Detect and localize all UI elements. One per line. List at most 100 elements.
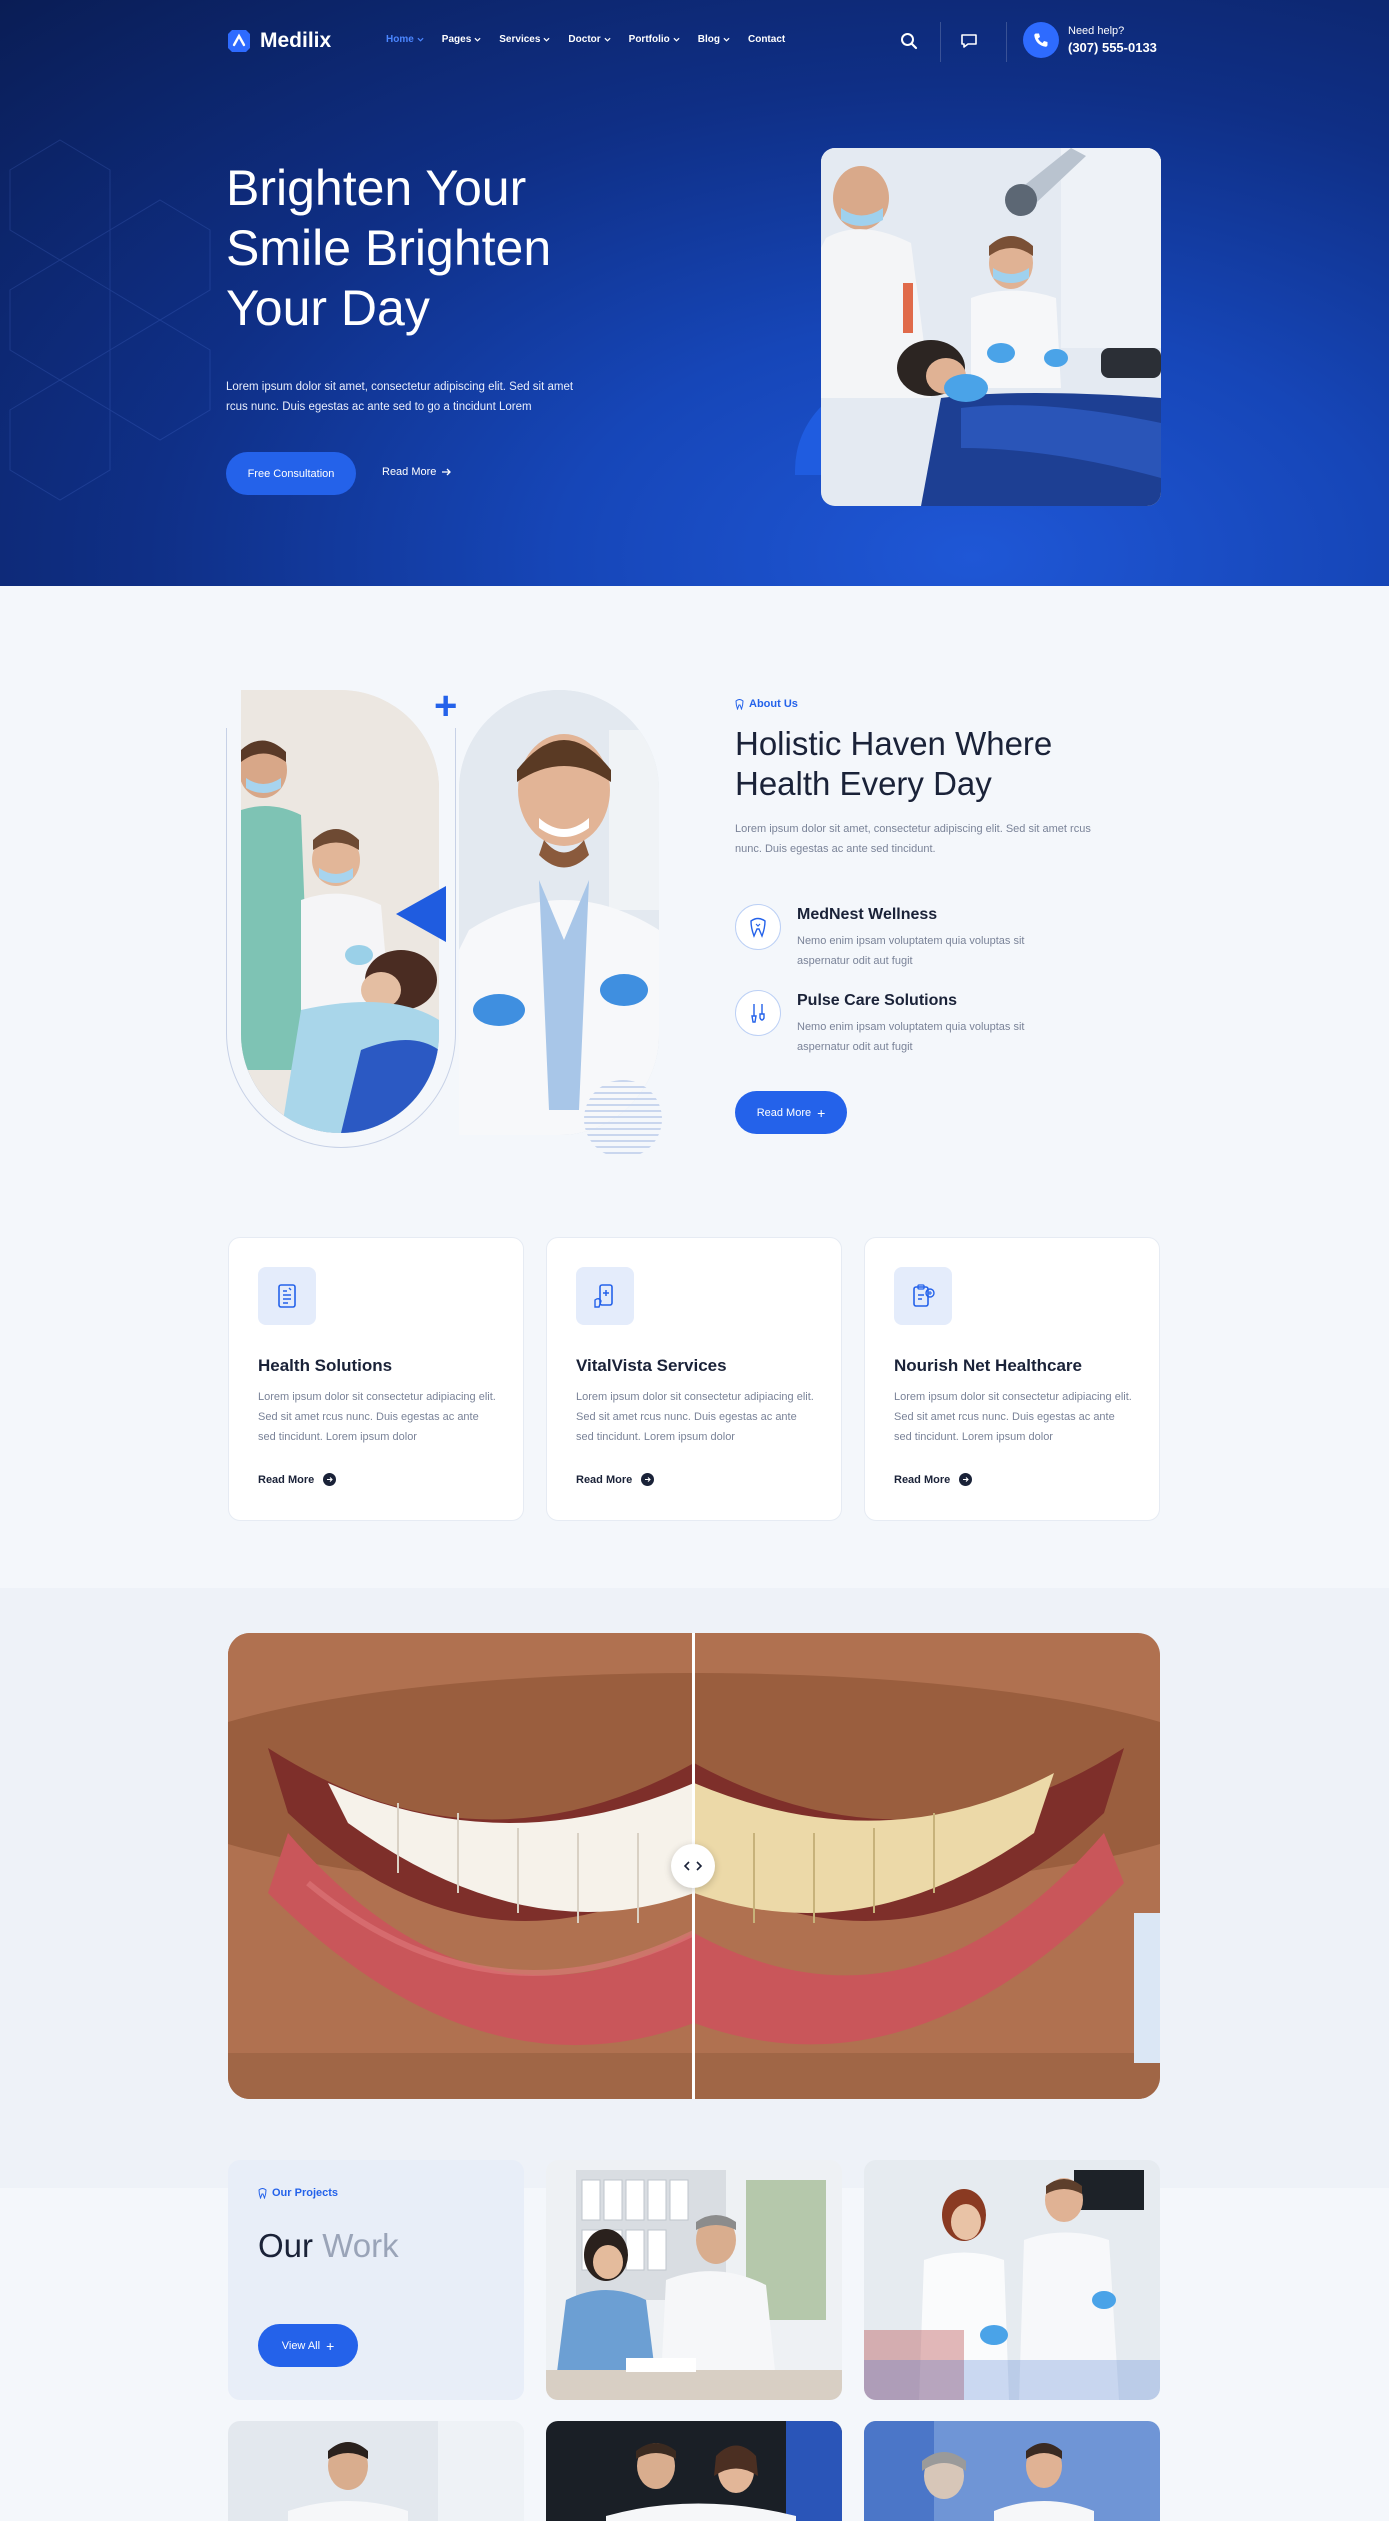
service-read-more-link[interactable]: Read More (894, 1473, 973, 1486)
service-card[interactable]: VitalVista Services Lorem ipsum dolor si… (546, 1237, 842, 1521)
eyebrow-label: Our Projects (272, 2187, 339, 2199)
title-light: Work (322, 2227, 399, 2264)
button-label: View All (281, 2339, 321, 2352)
triangle-decoration (396, 886, 446, 942)
chevron-down-icon (474, 37, 481, 42)
nav-label: Services (499, 34, 541, 45)
search-button[interactable] (896, 28, 922, 54)
left-right-arrows-icon[interactable] (671, 1844, 715, 1888)
doctor-illustration (459, 690, 659, 1135)
stripes-decoration (584, 1080, 662, 1158)
before-after-slider[interactable] (228, 1633, 1160, 2099)
service-description: Lorem ipsum dolor sit consectetur adipia… (258, 1391, 496, 1443)
view-all-button[interactable]: View All + (258, 2324, 358, 2367)
link-label: Read More (894, 1473, 951, 1486)
service-card[interactable]: Health Solutions Lorem ipsum dolor sit c… (228, 1237, 524, 1521)
nav-label: Pages (441, 34, 472, 45)
dental-procedure-illustration (821, 148, 1161, 506)
title-dark: Our (258, 2227, 314, 2264)
plus-icon: + (326, 2337, 335, 2354)
smiling-doctor-photo (459, 690, 659, 1135)
service-title: VitalVista Services (576, 1356, 727, 1375)
main-menu: Home Pages Services Doctor Portfolio Blo… (386, 34, 785, 45)
project-tile[interactable] (864, 2160, 1160, 2400)
link-label: Read More (258, 1473, 315, 1486)
free-consultation-button[interactable]: Free Consultation (226, 452, 356, 495)
feature-description: Nemo enim ipsam voluptatem quia voluptas… (797, 935, 1025, 967)
service-description: Lorem ipsum dolor sit consectetur adipia… (576, 1391, 814, 1443)
project-tile[interactable] (228, 2421, 524, 2521)
feature-description: Nemo enim ipsam voluptatem quia voluptas… (797, 1021, 1025, 1053)
chevron-down-icon (417, 37, 424, 42)
doctor-consultation-photo (546, 2160, 842, 2400)
project-tile[interactable] (546, 2160, 842, 2400)
chat-icon (961, 34, 977, 48)
arrow-right-icon (641, 1473, 655, 1486)
about-description: Lorem ipsum dolor sit amet, consectetur … (735, 823, 1091, 855)
nav-divider (1006, 22, 1007, 62)
about-read-more-button[interactable]: Read More + (735, 1091, 847, 1134)
about-title: Holistic Haven Where Health Every Day (735, 725, 1053, 802)
about-eyebrow: About Us (735, 698, 798, 710)
arrow-right-icon (959, 1473, 973, 1486)
nav-item-doctor[interactable]: Doctor (568, 34, 611, 45)
hero-description: Lorem ipsum dolor sit amet, consectetur … (226, 381, 574, 413)
feature-title: Pulse Care Solutions (797, 992, 958, 1009)
feature-item: MedNest Wellness Nemo enim ipsam volupta… (735, 904, 1135, 984)
prescription-icon (894, 1267, 952, 1325)
service-read-more-link[interactable]: Read More (258, 1473, 337, 1486)
plus-decoration: + (434, 684, 458, 728)
nav-item-blog[interactable]: Blog (698, 34, 730, 45)
project-tile[interactable] (864, 2421, 1160, 2521)
nav-label: Portfolio (628, 34, 670, 45)
projects-eyebrow: Our Projects (258, 2187, 338, 2199)
top-nav: Medilix Home Pages Services Doctor Portf… (226, 22, 1162, 62)
service-description: Lorem ipsum dolor sit consectetur adipia… (894, 1391, 1132, 1443)
logo-text: Medilix (260, 29, 332, 52)
nav-item-contact[interactable]: Contact (748, 34, 785, 45)
link-label: Read More (576, 1473, 633, 1486)
nav-label: Blog (697, 34, 720, 45)
hero-read-more-link[interactable]: Read More (382, 466, 452, 478)
hospital-care-photo (864, 2160, 1160, 2400)
chat-button[interactable] (956, 28, 982, 54)
logo[interactable]: Medilix (226, 28, 331, 54)
nav-item-home[interactable]: Home (386, 34, 424, 45)
arrow-right-icon (442, 468, 452, 476)
projects-title: Our Work (258, 2227, 399, 2265)
help-contact[interactable]: Need help? (307) 555-0133 (1023, 22, 1157, 58)
service-card[interactable]: Nourish Net Healthcare Lorem ipsum dolor… (864, 1237, 1160, 1521)
hero-dentist-photo (821, 148, 1161, 506)
chevron-down-icon (604, 37, 611, 42)
dental-tools-icon (735, 990, 781, 1036)
service-read-more-link[interactable]: Read More (576, 1473, 655, 1486)
nav-item-portfolio[interactable]: Portfolio (629, 34, 680, 45)
feature-item: Pulse Care Solutions Nemo enim ipsam vol… (735, 990, 1135, 1070)
about-image-collage: + (226, 684, 666, 1158)
patient-visit-photo (864, 2421, 1160, 2521)
help-text: Need help? (307) 555-0133 (1068, 25, 1157, 55)
nav-divider (940, 22, 941, 62)
arrow-right-icon (323, 1473, 337, 1486)
help-label: Need help? (1068, 25, 1125, 37)
service-title: Health Solutions (258, 1356, 393, 1375)
feature-title: MedNest Wellness (797, 906, 938, 923)
medical-phone-icon (576, 1267, 634, 1325)
chevron-down-icon (723, 37, 730, 42)
nav-item-services[interactable]: Services (499, 34, 550, 45)
service-title: Nourish Net Healthcare (894, 1356, 1082, 1375)
project-tile[interactable] (546, 2421, 842, 2521)
nav-label: Home (386, 34, 414, 45)
hero-section: Medilix Home Pages Services Doctor Portf… (0, 0, 1389, 586)
tooth-icon (735, 904, 781, 950)
button-label: Free Consultation (247, 467, 335, 480)
tooth-icon (735, 698, 744, 710)
hero-title: Brighten Your Smile Brighten Your Day (226, 160, 552, 336)
medical-team-photo (546, 2421, 842, 2521)
help-phone[interactable]: (307) 555-0133 (1068, 40, 1157, 55)
before-teeth-image (228, 1633, 694, 2099)
plus-icon: + (817, 1104, 826, 1121)
nav-label: Contact (747, 34, 786, 45)
nav-item-pages[interactable]: Pages (442, 34, 481, 45)
eyebrow-label: About Us (749, 698, 798, 710)
